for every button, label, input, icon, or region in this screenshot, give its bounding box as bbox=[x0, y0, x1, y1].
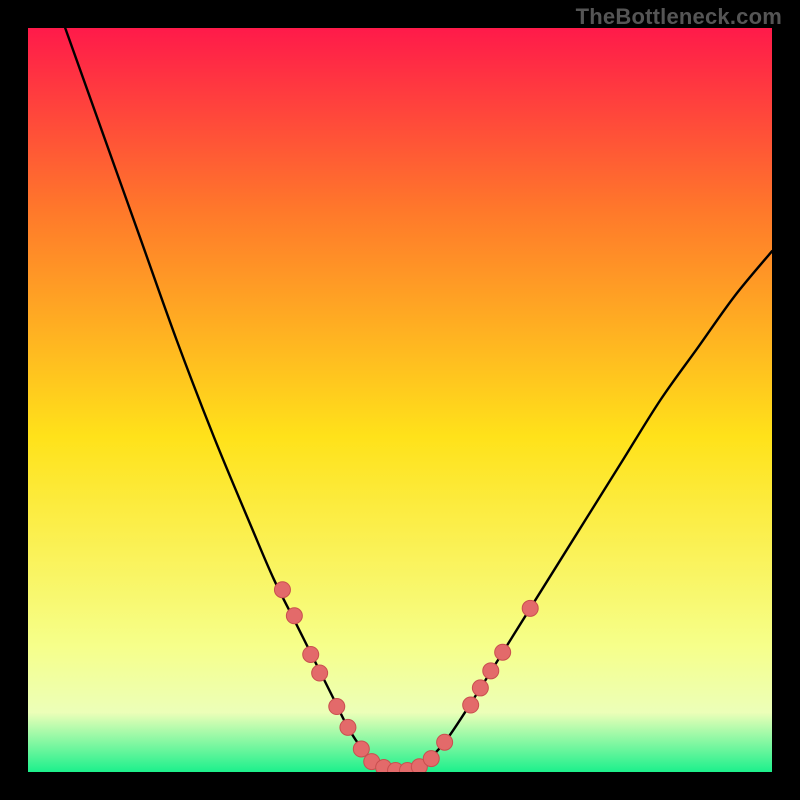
watermark-text: TheBottleneck.com bbox=[576, 4, 782, 30]
bottleneck-chart bbox=[28, 28, 772, 772]
data-marker bbox=[423, 751, 439, 767]
data-marker bbox=[286, 608, 302, 624]
data-marker bbox=[437, 734, 453, 750]
data-marker bbox=[463, 697, 479, 713]
chart-svg bbox=[28, 28, 772, 772]
data-marker bbox=[472, 680, 488, 696]
data-marker bbox=[274, 582, 290, 598]
data-marker bbox=[522, 600, 538, 616]
data-marker bbox=[312, 665, 328, 681]
data-marker bbox=[483, 663, 499, 679]
data-marker bbox=[303, 646, 319, 662]
data-marker bbox=[495, 644, 511, 660]
data-marker bbox=[340, 719, 356, 735]
data-marker bbox=[329, 699, 345, 715]
data-marker bbox=[353, 741, 369, 757]
